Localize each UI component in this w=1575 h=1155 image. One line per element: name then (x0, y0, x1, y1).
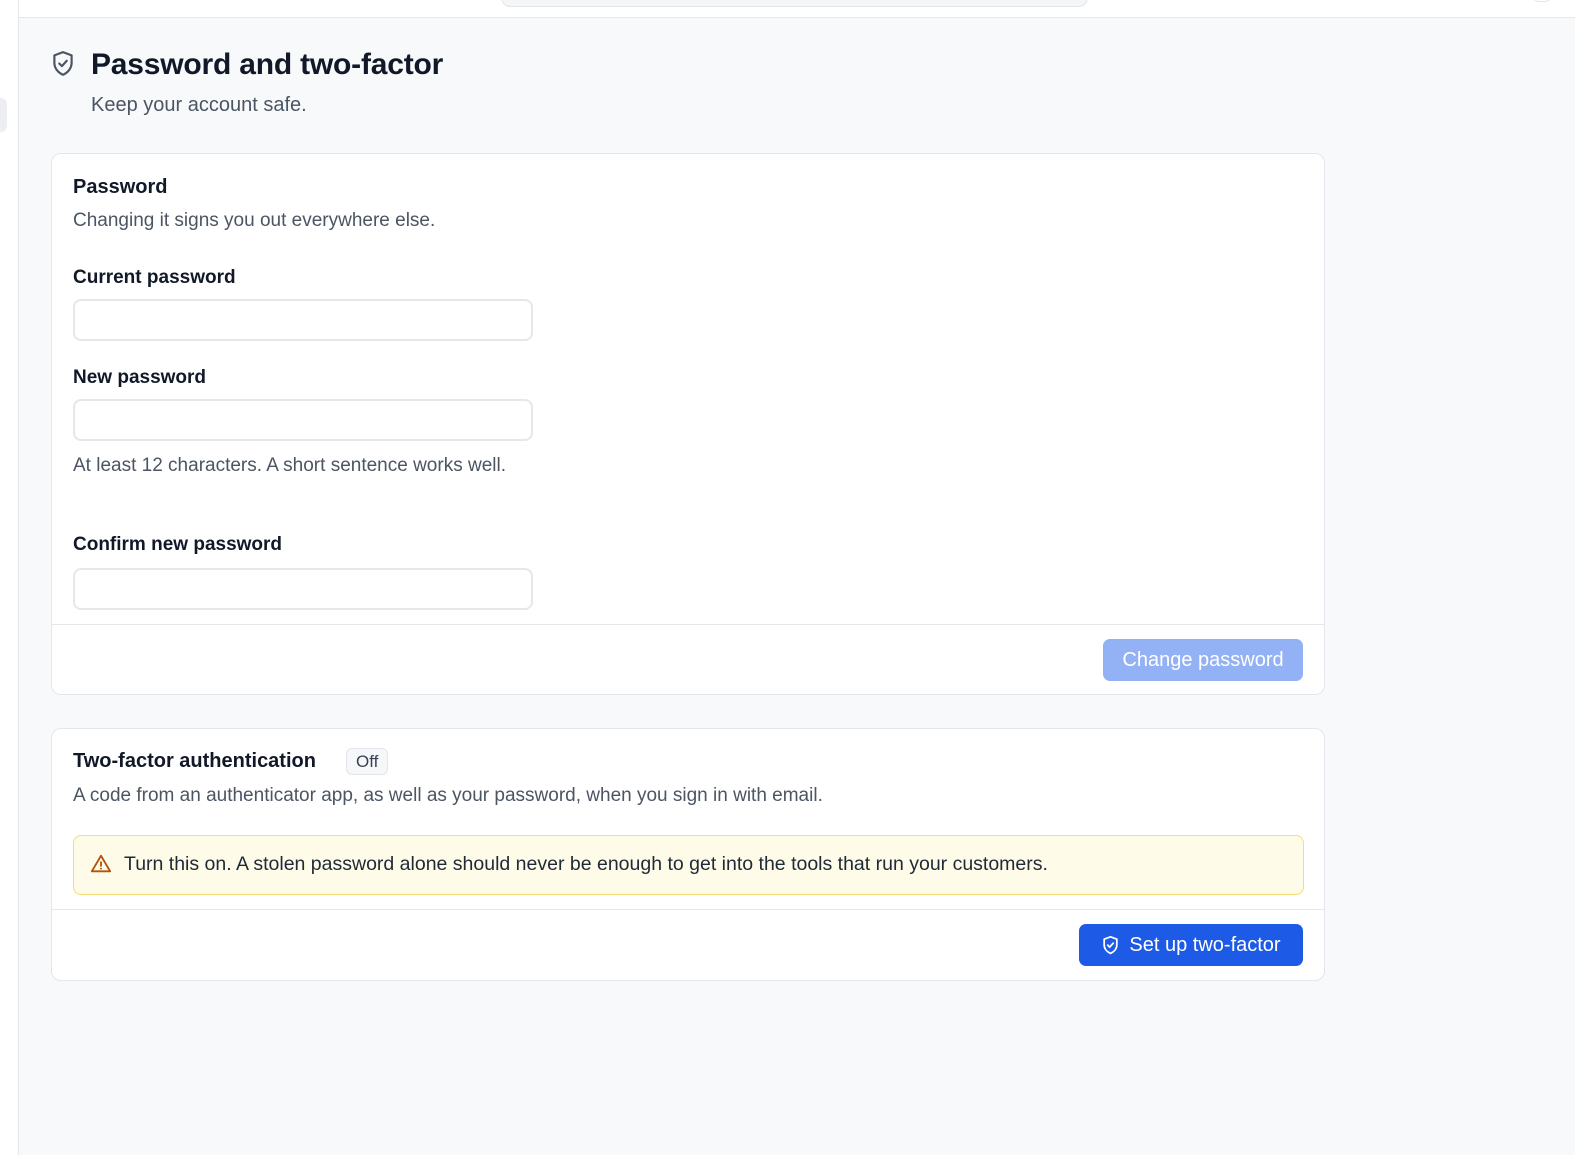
warning-callout: Turn this on. A stolen password alone sh… (73, 835, 1304, 895)
page-title: Password and two-factor (91, 48, 444, 81)
password-card-footer: Change password (52, 624, 1324, 694)
shield-check-icon (53, 51, 73, 76)
top-bar (19, 0, 1575, 18)
warning-text: Turn this on. A stolen password alone sh… (124, 853, 1048, 875)
two-factor-card-description: A code from an authenticator app, as wel… (73, 785, 823, 806)
new-password-label: New password (73, 367, 207, 388)
change-password-button[interactable]: Change password (1103, 639, 1303, 681)
setup-two-factor-label: Set up two-factor (1129, 933, 1281, 956)
current-password-input[interactable] (73, 299, 533, 341)
confirm-password-input[interactable] (73, 568, 533, 610)
topbar-menu-button[interactable] (1533, 0, 1551, 2)
new-password-hint: At least 12 characters. A short sentence… (73, 455, 506, 476)
shield-check-icon (1103, 935, 1119, 954)
password-card-description: Changing it signs you out everywhere els… (73, 210, 436, 231)
confirm-password-label: Confirm new password (73, 534, 283, 555)
left-sidebar (0, 0, 19, 1155)
page-subtitle: Keep your account safe. (91, 94, 307, 116)
password-card-title: Password (73, 176, 168, 198)
two-factor-card-footer: Set up two-factor (52, 909, 1324, 980)
status-badge: Off (346, 748, 389, 775)
password-card: Password Changing it signs you out every… (51, 153, 1325, 695)
setup-two-factor-button[interactable]: Set up two-factor (1079, 924, 1303, 966)
search-bar[interactable] (501, 0, 1088, 7)
new-password-input[interactable] (73, 399, 533, 441)
warning-triangle-icon (90, 854, 112, 873)
two-factor-card: Two-factor authentication Off A code fro… (51, 728, 1325, 981)
sidebar-collapse-tab[interactable] (0, 98, 7, 132)
two-factor-card-title: Two-factor authentication (73, 750, 316, 772)
current-password-label: Current password (73, 267, 236, 288)
